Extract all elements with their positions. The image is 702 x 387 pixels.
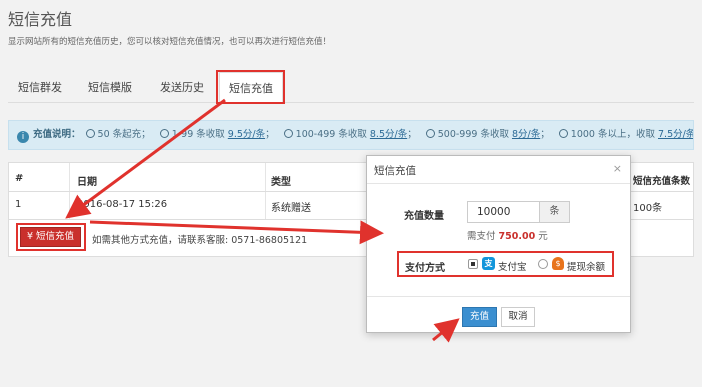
pricing-item: 1-99 条收取 9.5分/条； (159, 129, 275, 140)
alipay-radio[interactable] (468, 259, 478, 269)
dialog-header: 短信充值 × (367, 156, 630, 184)
dialog-title: 短信充值 (374, 165, 416, 177)
tab-templates[interactable]: 短信模版 (76, 72, 144, 103)
clock-icon (425, 129, 435, 138)
price-link[interactable]: 7.5分/条 (658, 129, 693, 140)
payment-amount: 750.00 (498, 231, 536, 242)
info-icon: i (17, 131, 29, 143)
dialog-footer-divider (367, 296, 630, 297)
cancel-button[interactable]: 取消 (501, 307, 535, 327)
table-cell: 系统赠送 (271, 203, 311, 214)
payment-method-label: 支付方式 (405, 263, 445, 274)
contact-info: 如需其他方式充值，请联系客服: 0571-86805121 (92, 235, 308, 246)
column-header-count: 短信充值条数 (633, 176, 691, 187)
annotation-box-recharge-button (16, 223, 86, 251)
column-header-type: 类型 (271, 177, 291, 188)
balance-label[interactable]: 提现余额 (567, 259, 605, 273)
table-cell: 100条 (633, 203, 663, 214)
pricing-lead: 充值说明： (33, 129, 81, 140)
column-header-date: 日期 (77, 177, 97, 188)
recharge-dialog: 短信充值 × 充值数量 10000 条 需支付 750.00 元 支付方式 支 … (366, 155, 631, 333)
page-title: 短信充值 (8, 10, 73, 29)
tab-bar: 短信群发 短信模版 发送历史 短信充值 (8, 72, 694, 103)
quantity-input[interactable]: 10000 (467, 201, 540, 223)
table-cell: 2016-08-17 15:26 (77, 199, 168, 210)
clock-icon (283, 129, 293, 138)
pricing-item: 1000 条以上，收取 7.5分/条； (558, 129, 693, 140)
balance-radio[interactable] (538, 259, 548, 269)
pricing-info-bar: i 充值说明： 50 条起充； 1-99 条收取 9.5分/条； 100-499 … (8, 120, 694, 150)
price-link[interactable]: 8分/条 (512, 129, 540, 140)
tab-bulk-send[interactable]: 短信群发 (8, 72, 72, 103)
price-link[interactable]: 8.5分/条 (370, 129, 407, 140)
page-description: 显示网站所有的短信充值历史，您可以核对短信充值情况，也可以再次进行短信充值！ (8, 37, 332, 47)
alipay-label[interactable]: 支付宝 (498, 259, 527, 273)
annotation-box-tab (216, 70, 285, 104)
wallet-icon: $ (552, 257, 564, 270)
tab-send-history[interactable]: 发送历史 (148, 72, 216, 103)
table-cell: 1 (15, 199, 22, 210)
pricing-item: 100-499 条收取 8.5分/条； (283, 129, 417, 140)
submit-recharge-button[interactable]: 充值 (462, 307, 497, 327)
clock-icon (85, 129, 95, 138)
pricing-item: 500-999 条收取 8分/条； (425, 129, 550, 140)
alipay-icon: 支 (482, 257, 495, 270)
price-link[interactable]: 9.5分/条 (228, 129, 265, 140)
pricing-item: 50 条起充； (85, 129, 151, 140)
close-icon[interactable]: × (613, 162, 622, 175)
column-header-index: # (15, 173, 24, 184)
clock-icon (159, 129, 169, 138)
quantity-unit: 条 (540, 201, 570, 223)
clock-icon (558, 129, 568, 138)
payment-amount-note: 需支付 750.00 元 (467, 231, 548, 242)
quantity-label: 充值数量 (404, 211, 444, 222)
